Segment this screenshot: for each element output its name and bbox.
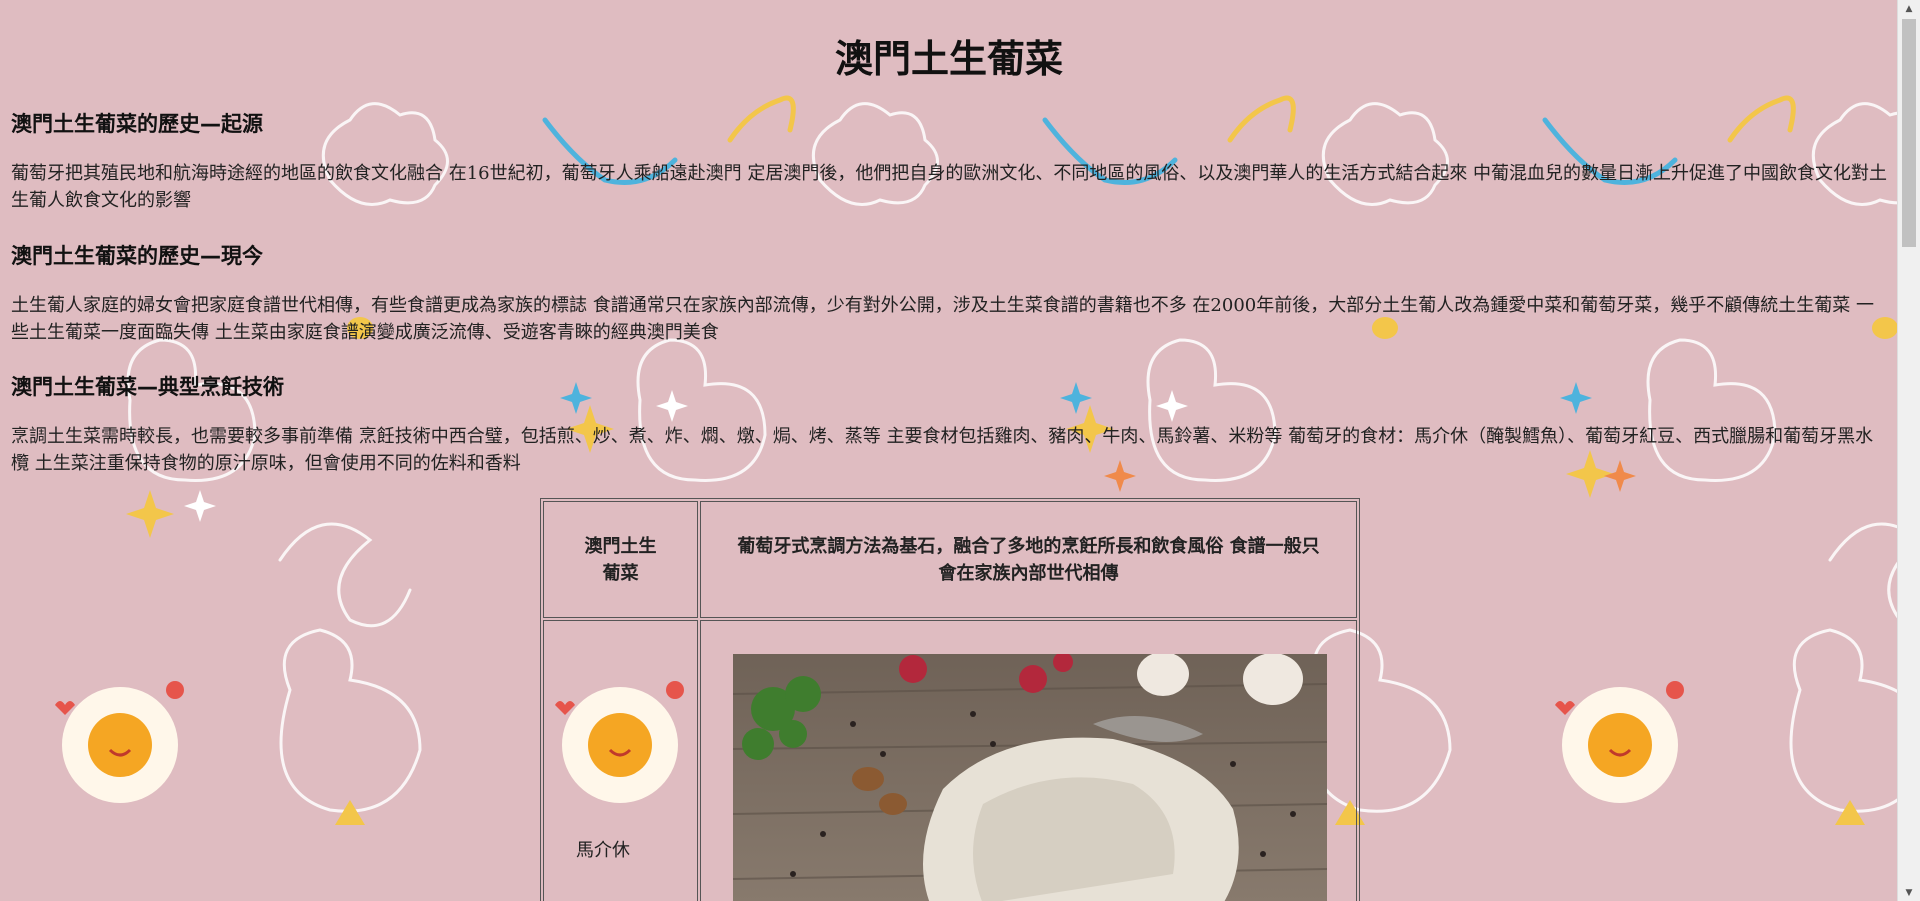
section-text-techniques: 烹調土生菜需時較長，也需要較多事前準備 烹飪技術中西合璧，包括煎、炒、煮、炸、燜… bbox=[11, 426, 1874, 474]
scrollbar-thumb[interactable] bbox=[1902, 19, 1916, 247]
section-text-present: 土生葡人家庭的婦女會把家庭食譜世代相傳，有些食譜更成為家族的標誌 食譜通常只在家… bbox=[11, 295, 1874, 343]
dish-table: 澳門土生 葡菜 葡萄牙式烹調方法為基石，融合了多地的烹飪所長和飲食風俗 食譜一般… bbox=[540, 498, 1360, 901]
salted-cod-photo bbox=[733, 654, 1327, 901]
table-header-right: 葡萄牙式烹調方法為基石，融合了多地的烹飪所長和飲食風俗 食譜一般只會在家族內部世… bbox=[700, 501, 1357, 618]
section-text-origin: 葡萄牙把其殖民地和航海時途經的地區的飲食文化融合 在16世紀初，葡萄牙人乘船遠赴… bbox=[11, 163, 1888, 211]
vertical-scrollbar[interactable]: ▲ ▼ bbox=[1897, 0, 1920, 901]
scroll-up-icon[interactable]: ▲ bbox=[1898, 0, 1920, 17]
page-title: 澳門土生葡菜 bbox=[834, 37, 1063, 81]
section-heading-present: 澳門土生葡菜的歷史—現今 bbox=[11, 244, 263, 268]
page-content: 澳門土生葡菜 澳門土生葡菜的歷史—起源 葡萄牙把其殖民地和航海時途經的地區的飲食… bbox=[0, 0, 1898, 901]
table-cell-dish-name: 馬介休 bbox=[543, 620, 698, 901]
section-heading-origin: 澳門土生葡菜的歷史—起源 bbox=[11, 112, 263, 136]
table-header-left: 澳門土生 葡菜 bbox=[543, 501, 698, 618]
scroll-down-icon[interactable]: ▼ bbox=[1898, 884, 1920, 901]
section-heading-techniques: 澳門土生葡菜—典型烹飪技術 bbox=[11, 375, 284, 399]
